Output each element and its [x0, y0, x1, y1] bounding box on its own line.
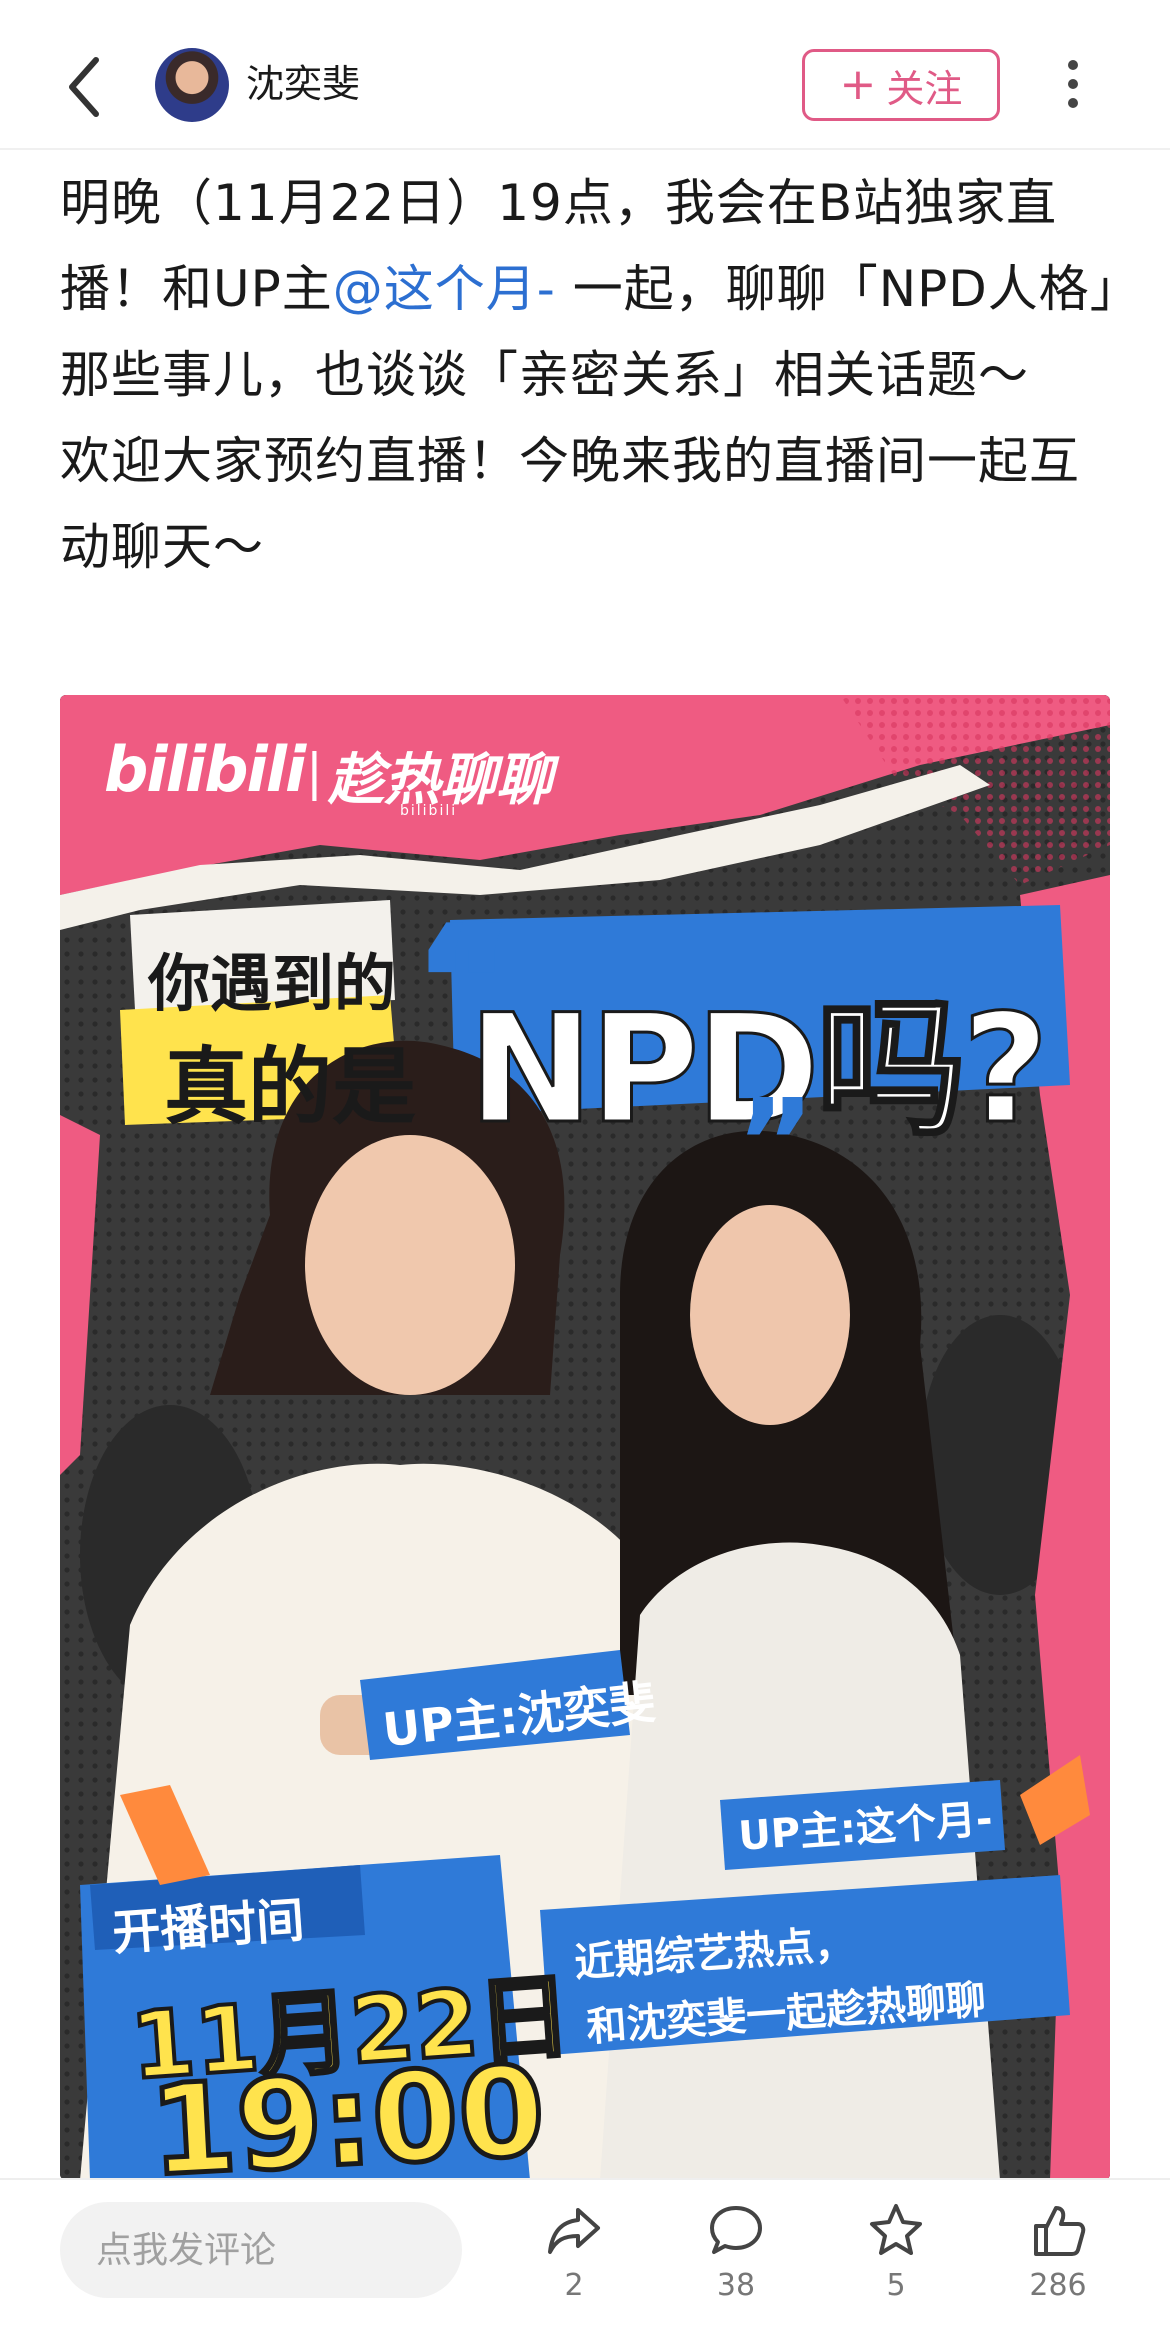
top-navigation-bar: 沈奕斐 + 关注	[0, 0, 1170, 150]
logo-divider: |	[306, 743, 323, 801]
comment-button[interactable]: 38	[676, 2200, 796, 2320]
comment-icon	[710, 2206, 762, 2254]
star-icon	[870, 2204, 922, 2255]
author-name[interactable]: 沈奕斐	[246, 58, 360, 110]
comment-input[interactable]	[60, 2202, 462, 2298]
favorite-button[interactable]: 5	[836, 2200, 956, 2320]
favorite-count: 5	[886, 2268, 906, 2303]
start-time-label: 开播时间	[110, 1892, 307, 1962]
start-hour: 19:00	[144, 2037, 551, 2180]
bottom-action-bar: 2 38 5 286	[0, 2178, 1170, 2331]
mention-link[interactable]: @这个月-	[333, 260, 556, 318]
follow-button[interactable]: + 关注	[802, 49, 1000, 121]
more-dots-icon[interactable]	[1058, 54, 1088, 114]
bilibili-logo: bilibili	[104, 733, 306, 806]
post-image[interactable]: bilibili | 趁热聊聊 bilibili 你遇到的 真的是 “ NPD吗…	[60, 695, 1110, 2180]
close-quote-mark: ”	[736, 1075, 815, 1214]
like-count: 286	[1029, 2268, 1087, 2303]
share-count: 2	[564, 2268, 584, 2303]
show-subtitle: bilibili	[400, 803, 458, 819]
plus-icon: +	[839, 59, 877, 110]
comment-count: 38	[716, 2268, 756, 2303]
like-icon	[1034, 2206, 1086, 2256]
post-text-line: 欢迎大家预约直播！今晚来我的直播间一起互动聊天～	[60, 432, 1080, 576]
headline-line1: 你遇到的	[148, 947, 397, 1020]
author-avatar[interactable]	[155, 48, 229, 122]
follow-label: 关注	[886, 66, 963, 111]
back-chevron-icon[interactable]	[58, 52, 118, 122]
like-button[interactable]: 286	[998, 2200, 1118, 2320]
headline-line2: 真的是	[164, 1038, 417, 1136]
share-button[interactable]: 2	[514, 2200, 634, 2320]
share-icon	[548, 2208, 600, 2254]
post-body: 明晚（11月22日）19点，我会在B站独家直播！和UP主@这个月- 一起，聊聊「…	[60, 160, 1120, 590]
